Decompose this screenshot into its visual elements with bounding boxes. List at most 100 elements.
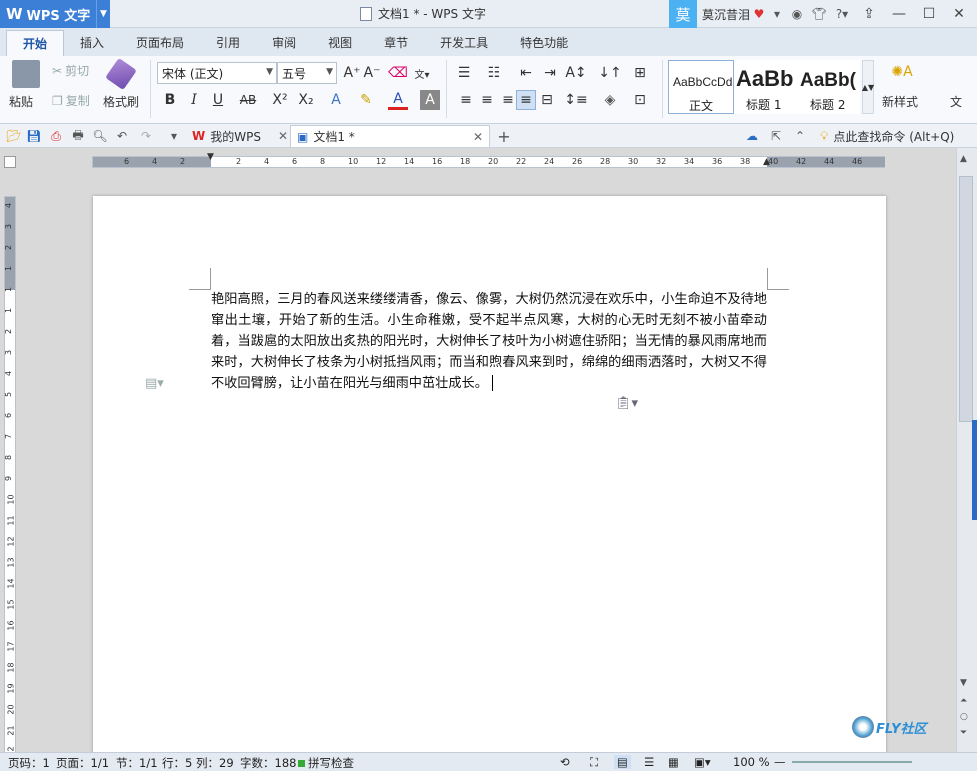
open-icon[interactable]: 📂︎: [6, 128, 22, 144]
shrink-font-icon[interactable]: A⁻: [362, 63, 382, 83]
table-border-icon[interactable]: ⊞: [630, 63, 650, 83]
chevron-down-icon[interactable]: ▾: [166, 128, 182, 144]
zoom-level[interactable]: 100 %: [733, 755, 770, 769]
align-right-icon[interactable]: ≡: [498, 90, 518, 110]
redo-icon[interactable]: ↷: [138, 128, 154, 144]
align-center-icon[interactable]: ≡: [477, 90, 497, 110]
line-spacing-icon[interactable]: ↕≡: [564, 90, 587, 110]
more-text-tools-button[interactable]: 文: [950, 93, 962, 110]
status-section[interactable]: 节：1/1: [116, 755, 158, 771]
user-account[interactable]: 莫 莫沉昔泪 ♥ ▾ ◉ 👕︎ ?▾ ⇪ — ☐ ✕: [669, 0, 974, 28]
new-style-icon[interactable]: ✺A: [891, 62, 912, 82]
indent-marker[interactable]: ▼: [207, 152, 215, 172]
justify-icon[interactable]: ≡: [516, 90, 536, 110]
close-icon[interactable]: ✕: [278, 129, 288, 143]
strikethrough-icon[interactable]: AB: [238, 90, 258, 110]
tab-stop-selector[interactable]: [4, 156, 16, 168]
avatar[interactable]: 莫: [669, 0, 697, 28]
font-name-select[interactable]: 宋体 (正文) ▼: [157, 62, 277, 84]
tab-home[interactable]: 开始: [6, 30, 65, 56]
borders-icon[interactable]: ⊡: [630, 90, 650, 110]
close-button[interactable]: ✕: [944, 0, 974, 28]
scroll-down-icon[interactable]: ▼: [960, 678, 967, 688]
style-heading-2[interactable]: AaBb( 标题 2: [798, 60, 860, 114]
prev-page-icon[interactable]: ⏶: [960, 696, 967, 706]
scroll-thumb[interactable]: [959, 176, 973, 422]
page-view-icon[interactable]: ▤: [614, 755, 631, 769]
share-icon[interactable]: ⇱: [768, 128, 784, 144]
app-menu-button[interactable]: W WPS 文字 ▼: [0, 0, 110, 28]
tab-references[interactable]: 引用: [200, 30, 256, 56]
highlight-icon[interactable]: ✎: [356, 90, 376, 110]
outline-view-icon[interactable]: ☰: [644, 755, 654, 769]
undo-icon[interactable]: ↶: [114, 128, 130, 144]
user-name[interactable]: 莫沉昔泪: [702, 6, 750, 23]
collapse-icon[interactable]: ⌃: [792, 128, 808, 144]
distribute-icon[interactable]: ⊟: [537, 90, 557, 110]
style-normal[interactable]: AaBbCcDd 正文: [668, 60, 734, 114]
format-painter-button[interactable]: 格式刷: [103, 93, 139, 110]
cloud-icon[interactable]: ☁: [744, 128, 760, 144]
new-tab-icon[interactable]: +: [496, 127, 512, 146]
italic-icon[interactable]: I: [184, 90, 204, 110]
tab-page-layout[interactable]: 页面布局: [120, 30, 200, 56]
styles-scroll-icon[interactable]: ▲▼: [862, 60, 874, 114]
tab-view[interactable]: 视图: [312, 30, 368, 56]
bullet-list-icon[interactable]: ☰: [454, 63, 474, 83]
tab-features[interactable]: 特色功能: [504, 30, 584, 56]
tab-review[interactable]: 审阅: [256, 30, 312, 56]
bold-icon[interactable]: B: [160, 90, 180, 110]
increase-indent-icon[interactable]: ⇥: [540, 63, 560, 83]
paragraph-menu-icon[interactable]: ▤▾: [145, 376, 164, 391]
cut-button[interactable]: ✂ 剪切: [52, 62, 89, 79]
right-indent-marker[interactable]: ▲: [763, 157, 771, 167]
minimize-button[interactable]: —: [884, 0, 914, 28]
zoom-out-icon[interactable]: —: [774, 755, 786, 769]
subscript-icon[interactable]: X₂: [296, 90, 316, 110]
font-color-icon[interactable]: A: [388, 90, 408, 110]
spell-check-toggle[interactable]: 拼写检查: [298, 755, 354, 771]
underline-icon[interactable]: U: [208, 90, 228, 110]
shading-icon[interactable]: ◈: [600, 90, 620, 110]
doc-tab-document1[interactable]: ▣ 文档1 * ✕: [290, 125, 490, 147]
clear-format-icon[interactable]: ⌫: [388, 63, 408, 83]
document-page[interactable]: ▤▾ 艳阳高照，三月的春风送来缕缕清香，像云、像雾，大树仍然沉浸在欢乐中，小生命…: [93, 196, 886, 756]
grow-font-icon[interactable]: A⁺: [342, 63, 362, 83]
align-left-icon[interactable]: ≡: [456, 90, 476, 110]
copy-button[interactable]: ❐ 复制: [52, 92, 90, 109]
pinyin-icon[interactable]: 文▾: [412, 63, 432, 83]
tab-developer[interactable]: 开发工具: [424, 30, 504, 56]
tab-insert[interactable]: 插入: [64, 30, 120, 56]
select-browse-icon[interactable]: ○: [960, 712, 968, 722]
fullscreen-icon[interactable]: ⛶: [590, 755, 598, 770]
print-preview-icon[interactable]: 🔍︎: [92, 128, 108, 144]
status-page-number[interactable]: 页码：1: [8, 755, 50, 771]
status-pages[interactable]: 页面：1/1: [56, 755, 109, 771]
pdf-icon[interactable]: ⎙: [48, 128, 64, 144]
zoom-slider[interactable]: [792, 761, 912, 763]
upload-icon[interactable]: ⇪: [854, 0, 884, 28]
sort-icon[interactable]: ↓↑: [598, 63, 621, 83]
font-size-select[interactable]: 五号 ▼: [277, 62, 337, 84]
style-heading-1[interactable]: AaBb 标题 1: [734, 60, 798, 114]
paste-button[interactable]: 粘贴: [9, 93, 33, 110]
text-effect-icon[interactable]: A: [326, 90, 346, 110]
close-icon[interactable]: ✕: [473, 130, 483, 144]
maximize-button[interactable]: ☐: [914, 0, 944, 28]
paste-options-icon[interactable]: 📋︎▾: [615, 396, 638, 411]
skin-icon[interactable]: ◉: [786, 0, 808, 28]
reading-view-icon[interactable]: ▣▾: [694, 755, 711, 769]
paste-icon[interactable]: [12, 60, 40, 88]
side-panel-handle[interactable]: [972, 420, 977, 520]
history-icon[interactable]: ⟲: [560, 755, 570, 769]
decrease-indent-icon[interactable]: ⇤: [516, 63, 536, 83]
chevron-down-icon[interactable]: ▼: [96, 0, 110, 28]
brush-icon[interactable]: [105, 57, 137, 91]
print-icon[interactable]: 🖶︎: [70, 128, 86, 144]
document-body[interactable]: 艳阳高照，三月的春风送来缕缕清香，像云、像雾，大树仍然沉浸在欢乐中，小生命迫不及…: [211, 289, 767, 394]
next-page-icon[interactable]: ⏷: [960, 728, 967, 738]
shirt-icon[interactable]: 👕︎: [808, 0, 830, 28]
chevron-down-icon[interactable]: ▾: [768, 0, 786, 28]
command-search[interactable]: 💡︎ 点此查找命令 (Alt+Q): [814, 125, 960, 147]
doc-tab-my-wps[interactable]: W 我的WPS ✕: [186, 125, 294, 147]
